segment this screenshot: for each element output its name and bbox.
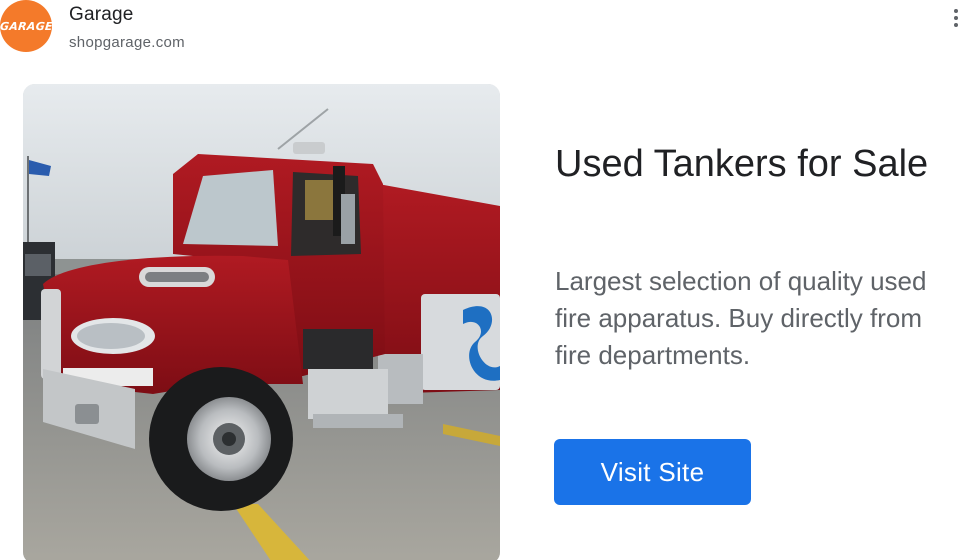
advertiser-logo[interactable]: GARAGE	[0, 0, 54, 52]
fire-tanker-photo	[23, 84, 500, 560]
ad-header: GARAGE Garage shopgarage.com	[0, 0, 960, 60]
more-vert-icon-dot	[954, 23, 958, 27]
ad-image[interactable]	[23, 84, 500, 560]
advertiser-name[interactable]: Garage	[69, 4, 134, 26]
advertiser-url[interactable]: shopgarage.com	[69, 34, 185, 51]
more-options-button[interactable]	[946, 4, 960, 32]
more-vert-icon	[954, 9, 958, 13]
advertiser-logo-text: GARAGE	[0, 19, 54, 33]
ad-description: Largest selection of quality used fire a…	[555, 266, 927, 370]
ad-headline[interactable]: Used Tankers for Sale	[555, 140, 945, 188]
more-vert-icon-dot	[954, 16, 958, 20]
visit-site-button[interactable]: Visit Site	[554, 439, 751, 505]
